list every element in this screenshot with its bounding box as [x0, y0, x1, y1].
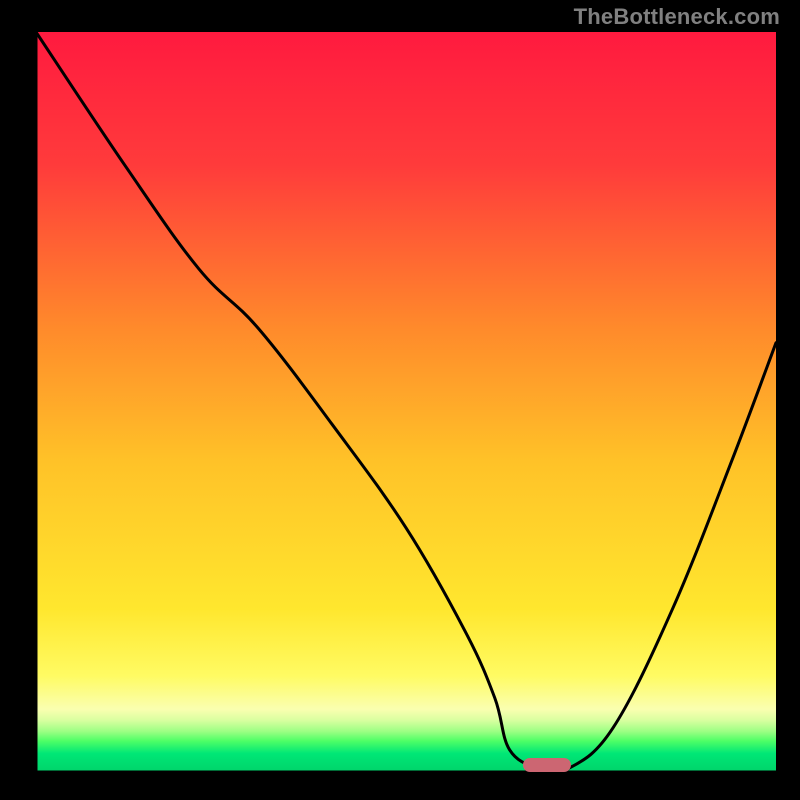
plot-area: [36, 32, 776, 772]
background-gradient: [36, 32, 776, 772]
optimal-marker: [523, 758, 571, 772]
watermark-text: TheBottleneck.com: [574, 4, 780, 30]
chart-container: TheBottleneck.com: [0, 0, 800, 800]
